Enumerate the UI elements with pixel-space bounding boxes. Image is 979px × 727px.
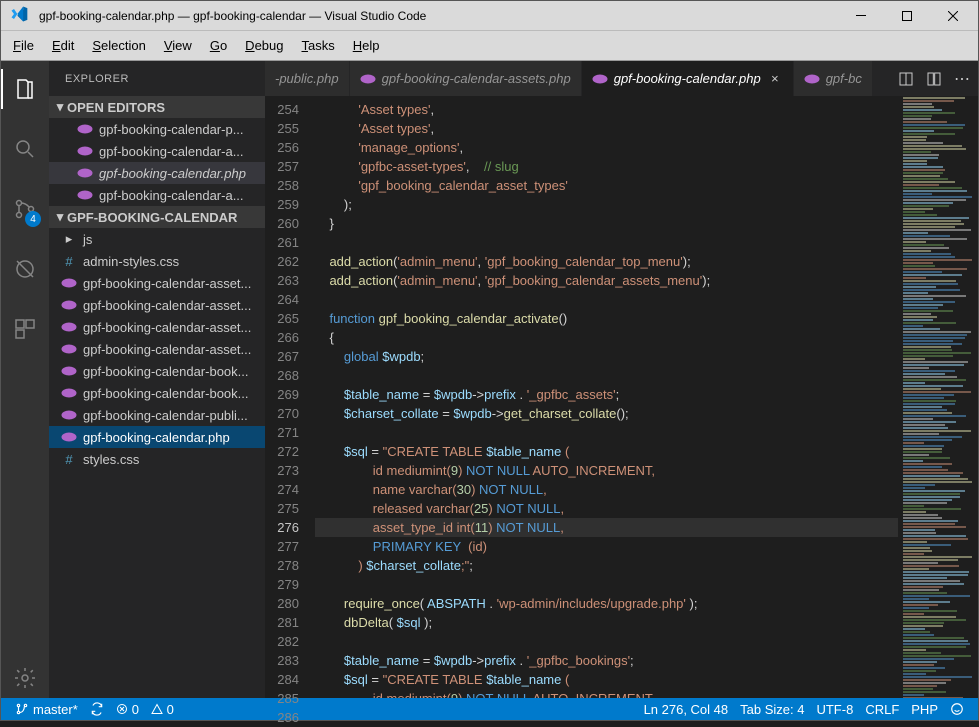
file-item[interactable]: gpf-booking-calendar-publi...	[49, 404, 265, 426]
minimap[interactable]	[898, 96, 978, 698]
php-icon	[61, 319, 77, 335]
status-eol[interactable]: CRLF	[859, 702, 905, 717]
minimize-button[interactable]	[838, 1, 884, 30]
maximize-button[interactable]	[884, 1, 930, 30]
php-icon	[77, 143, 93, 159]
status-cursor[interactable]: Ln 276, Col 48	[638, 702, 735, 717]
php-icon	[77, 187, 93, 203]
php-icon	[61, 275, 77, 291]
close-button[interactable]	[930, 1, 976, 30]
line-gutter: 2542552562572582592602612622632642652662…	[265, 96, 315, 698]
menu-debug[interactable]: Debug	[237, 34, 291, 57]
sidebar-title: EXPLORER	[49, 61, 265, 96]
php-icon	[61, 341, 77, 357]
activity-extensions[interactable]	[1, 309, 49, 349]
activity-search[interactable]	[1, 129, 49, 169]
file-item[interactable]: gpf-booking-calendar-book...	[49, 382, 265, 404]
chevron-right-icon: ▸	[61, 231, 77, 247]
scm-badge: 4	[25, 211, 41, 227]
hash-icon: #	[61, 253, 77, 269]
php-icon	[77, 165, 93, 181]
status-problems[interactable]: 0 0	[110, 702, 180, 717]
menu-selection[interactable]: Selection	[84, 34, 153, 57]
section-folder[interactable]: ▾GPF-BOOKING-CALENDAR	[49, 206, 265, 228]
file-item[interactable]: gpf-booking-calendar.php	[49, 426, 265, 448]
status-language[interactable]: PHP	[905, 702, 944, 717]
status-branch[interactable]: master*	[9, 702, 84, 717]
activity-settings[interactable]	[1, 658, 49, 698]
menu-file[interactable]: File	[5, 34, 42, 57]
window-title: gpf-booking-calendar.php — gpf-booking-c…	[39, 9, 838, 23]
code-area[interactable]: 'Asset types', 'Asset types', 'manage_op…	[315, 96, 898, 698]
vscode-logo-icon	[9, 4, 33, 28]
menu-edit[interactable]: Edit	[44, 34, 82, 57]
compare-icon[interactable]	[898, 71, 914, 87]
file-item[interactable]: gpf-booking-calendar-book...	[49, 360, 265, 382]
php-icon	[77, 121, 93, 137]
php-icon	[61, 297, 77, 313]
hash-icon: #	[61, 451, 77, 467]
editor-tab[interactable]: gpf-booking-calendar.php×	[582, 61, 794, 96]
activity-explorer[interactable]	[1, 69, 49, 109]
php-icon	[61, 385, 77, 401]
section-open-editors[interactable]: ▾OPEN EDITORS	[49, 96, 265, 118]
editor-tab[interactable]: gpf-bc	[794, 61, 873, 96]
status-sync[interactable]	[84, 702, 110, 716]
file-item[interactable]: #styles.css	[49, 448, 265, 470]
activity-bar: 4	[1, 61, 49, 698]
split-icon[interactable]	[926, 71, 942, 87]
menu-go[interactable]: Go	[202, 34, 235, 57]
more-icon[interactable]: ⋯	[954, 69, 970, 89]
activity-debug[interactable]	[1, 249, 49, 289]
tab-bar: -public.phpgpf-booking-calendar-assets.p…	[265, 61, 978, 96]
php-icon	[804, 74, 820, 84]
php-icon	[360, 74, 376, 84]
php-icon	[61, 363, 77, 379]
open-editor-item[interactable]: gpf-booking-calendar.php	[49, 162, 265, 184]
file-item[interactable]: gpf-booking-calendar-asset...	[49, 338, 265, 360]
open-editor-item[interactable]: gpf-booking-calendar-a...	[49, 184, 265, 206]
status-indent[interactable]: Tab Size: 4	[734, 702, 810, 717]
menu-bar: FileEditSelectionViewGoDebugTasksHelp	[1, 31, 978, 61]
file-item[interactable]: gpf-booking-calendar-asset...	[49, 272, 265, 294]
editor-tab[interactable]: gpf-booking-calendar-assets.php	[350, 61, 582, 96]
open-editor-item[interactable]: gpf-booking-calendar-p...	[49, 118, 265, 140]
file-item[interactable]: gpf-booking-calendar-asset...	[49, 316, 265, 338]
php-icon	[61, 429, 77, 445]
editor-tab[interactable]: -public.php	[265, 61, 350, 96]
editor[interactable]: 2542552562572582592602612622632642652662…	[265, 96, 978, 698]
menu-tasks[interactable]: Tasks	[293, 34, 342, 57]
title-bar: gpf-booking-calendar.php — gpf-booking-c…	[1, 1, 978, 31]
file-item[interactable]: ▸js	[49, 228, 265, 250]
file-item[interactable]: gpf-booking-calendar-asset...	[49, 294, 265, 316]
menu-view[interactable]: View	[156, 34, 200, 57]
file-item[interactable]: #admin-styles.css	[49, 250, 265, 272]
status-bar: master* 0 0 Ln 276, Col 48 Tab Size: 4 U…	[1, 698, 978, 720]
open-editor-item[interactable]: gpf-booking-calendar-a...	[49, 140, 265, 162]
php-icon	[592, 74, 608, 84]
status-feedback[interactable]	[944, 702, 970, 716]
status-encoding[interactable]: UTF-8	[810, 702, 859, 717]
php-icon	[61, 407, 77, 423]
sidebar: EXPLORER ▾OPEN EDITORS gpf-booking-calen…	[49, 61, 265, 698]
activity-scm[interactable]: 4	[1, 189, 49, 229]
close-icon[interactable]: ×	[767, 71, 783, 87]
menu-help[interactable]: Help	[345, 34, 388, 57]
